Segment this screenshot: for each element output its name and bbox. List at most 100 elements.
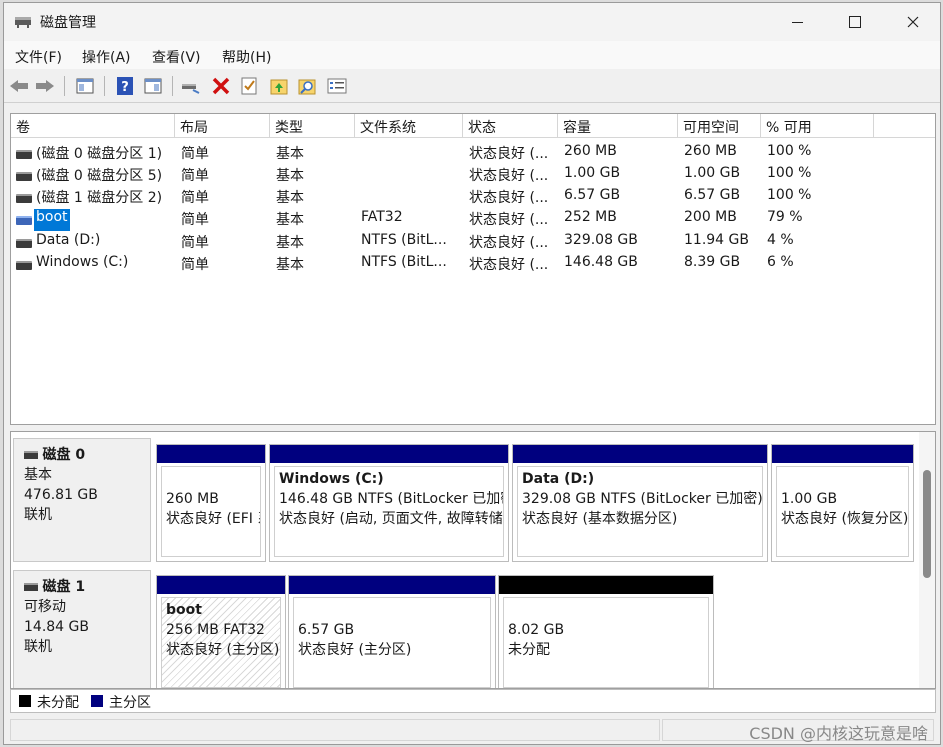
- partition-body: 6.57 GB 状态良好 (主分区): [293, 597, 491, 688]
- column-header-status[interactable]: 状态: [463, 114, 558, 138]
- primary-partition-swatch: [91, 695, 103, 707]
- disk-0-partition-data[interactable]: Data (D:) 329.08 GB NTFS (BitLocker 已加密)…: [512, 444, 768, 562]
- disk-map-scrollbar[interactable]: [919, 432, 935, 688]
- volume-name: (磁盘 0 磁盘分区 5): [36, 168, 163, 184]
- volume-free-space: 11.94 GB: [684, 232, 749, 248]
- toolbar: ?: [4, 70, 940, 103]
- disk-0-name-row: 磁盘 0: [24, 445, 150, 465]
- disk-1-unallocated[interactable]: 8.02 GB 未分配: [498, 575, 714, 688]
- disk-0-partition-windows[interactable]: Windows (C:) 146.48 GB NTFS (BitLocker 已…: [269, 444, 509, 562]
- volume-status: 状态良好 (...: [469, 168, 549, 184]
- action-pane-icon: [144, 78, 162, 94]
- partition-size: 146.48 GB NTFS (BitLocker 已加密): [279, 491, 504, 507]
- partition-status: 状态良好 (主分区): [166, 642, 280, 658]
- legend: 未分配 主分区: [10, 689, 936, 713]
- title-bar: 磁盘管理: [4, 3, 940, 41]
- partition-status: 未分配: [508, 642, 550, 658]
- list-view-button[interactable]: [326, 75, 348, 97]
- delete-x-icon: [212, 77, 230, 95]
- partition-status: 状态良好 (恢复分区): [781, 511, 909, 527]
- disk-0-partition-recovery[interactable]: 1.00 GB 状态良好 (恢复分区): [771, 444, 914, 562]
- column-header-free-space[interactable]: 可用空间: [678, 114, 761, 138]
- disk-1-name-row: 磁盘 1: [24, 577, 150, 597]
- volume-name: boot: [34, 209, 70, 231]
- primary-partition-bar: [513, 445, 767, 463]
- unallocated-swatch: [19, 695, 31, 707]
- column-header-volume[interactable]: 卷: [11, 114, 175, 138]
- disk-management-window: 磁盘管理 文件(F) 操作(A) 查看(V) 帮助(H) ? 卷 布局 类型 文…: [3, 2, 941, 745]
- connect-drive-button[interactable]: [180, 75, 202, 97]
- search-button[interactable]: [296, 75, 318, 97]
- search-icon: [298, 79, 316, 95]
- disk-1-state: 联机: [24, 639, 52, 655]
- show-hide-console-tree-button[interactable]: [74, 75, 96, 97]
- primary-partition-bar: [772, 445, 913, 463]
- volume-capacity: 1.00 GB: [564, 165, 621, 181]
- disk-1-partition-boot[interactable]: boot 256 MB FAT32 状态良好 (主分区): [156, 575, 286, 688]
- list-view-icon: [327, 78, 347, 94]
- disk-1-label[interactable]: 磁盘 1 可移动 14.84 GB 联机: [13, 570, 151, 688]
- show-action-pane-button[interactable]: [142, 75, 164, 97]
- partition-status: 状态良好 (EFI 系统分区): [166, 511, 260, 527]
- up-folder-button[interactable]: [268, 75, 290, 97]
- volume-icon: [16, 239, 32, 248]
- partition-status: 状态良好 (启动, 页面文件, 故障转储, 基本数据分区): [279, 511, 504, 527]
- volume-percent-free: 100 %: [767, 187, 812, 203]
- menu-file[interactable]: 文件(F): [15, 47, 62, 67]
- volume-status: 状态良好 (...: [469, 190, 549, 206]
- volume-layout: 简单: [181, 257, 209, 273]
- disk-1-partition-2[interactable]: 6.57 GB 状态良好 (主分区): [288, 575, 496, 688]
- menu-bar: 文件(F) 操作(A) 查看(V) 帮助(H): [4, 41, 940, 69]
- volume-list: 卷 布局 类型 文件系统 状态 容量 可用空间 % 可用 (磁盘 0 磁盘分区 …: [10, 113, 936, 425]
- column-header-capacity[interactable]: 容量: [558, 114, 678, 138]
- volume-percent-free: 6 %: [767, 254, 794, 270]
- volume-free-space: 6.57 GB: [684, 187, 741, 203]
- volume-free-space: 1.00 GB: [684, 165, 741, 181]
- help-button[interactable]: ?: [114, 75, 136, 97]
- volume-status: 状态良好 (...: [469, 235, 549, 251]
- menu-help[interactable]: 帮助(H): [222, 47, 271, 67]
- status-bar: CSDN @内核这玩意是啥: [4, 715, 940, 744]
- column-header-percent-free[interactable]: % 可用: [761, 114, 874, 138]
- column-header-layout[interactable]: 布局: [175, 114, 270, 138]
- column-header-filesystem[interactable]: 文件系统: [355, 114, 463, 138]
- volume-type: 基本: [276, 235, 304, 251]
- folder-up-icon: [270, 79, 288, 95]
- back-button[interactable]: [8, 75, 30, 97]
- partition-size: 260 MB: [166, 491, 219, 507]
- volume-layout: 简单: [181, 146, 209, 162]
- minimize-button[interactable]: [768, 3, 826, 41]
- volume-percent-free: 100 %: [767, 143, 812, 159]
- unallocated-bar: [499, 576, 713, 594]
- disk-icon: [24, 451, 38, 459]
- volume-icon: [16, 216, 32, 225]
- column-header-type[interactable]: 类型: [270, 114, 355, 138]
- partition-size: 256 MB FAT32: [166, 622, 265, 638]
- volume-percent-free: 100 %: [767, 165, 812, 181]
- scrollbar-thumb[interactable]: [923, 470, 931, 578]
- menu-view[interactable]: 查看(V): [152, 47, 201, 67]
- volume-icon: [16, 261, 32, 270]
- maximize-button[interactable]: [826, 3, 884, 41]
- volume-status: 状态良好 (...: [469, 212, 549, 228]
- properties-button[interactable]: [238, 75, 260, 97]
- forward-button[interactable]: [34, 75, 56, 97]
- volume-type: 基本: [276, 190, 304, 206]
- close-icon: [907, 16, 919, 28]
- partition-status: 状态良好 (主分区): [298, 642, 412, 658]
- disk-0-label[interactable]: 磁盘 0 基本 476.81 GB 联机: [13, 438, 151, 562]
- partition-size: 8.02 GB: [508, 622, 565, 638]
- disk-0-kind: 基本: [24, 467, 52, 483]
- disk-1-name: 磁盘 1: [42, 579, 86, 595]
- maximize-icon: [849, 16, 861, 28]
- partition-title: [166, 469, 260, 489]
- menu-action[interactable]: 操作(A): [82, 47, 131, 67]
- status-segment: [10, 719, 660, 741]
- close-button[interactable]: [884, 3, 940, 41]
- volume-type: 基本: [276, 257, 304, 273]
- delete-button[interactable]: [210, 75, 232, 97]
- console-tree-icon: [76, 78, 94, 94]
- disk-0-name: 磁盘 0: [42, 447, 86, 463]
- disk-0-partition-efi[interactable]: 260 MB 状态良好 (EFI 系统分区): [156, 444, 266, 562]
- volume-layout: 简单: [181, 235, 209, 251]
